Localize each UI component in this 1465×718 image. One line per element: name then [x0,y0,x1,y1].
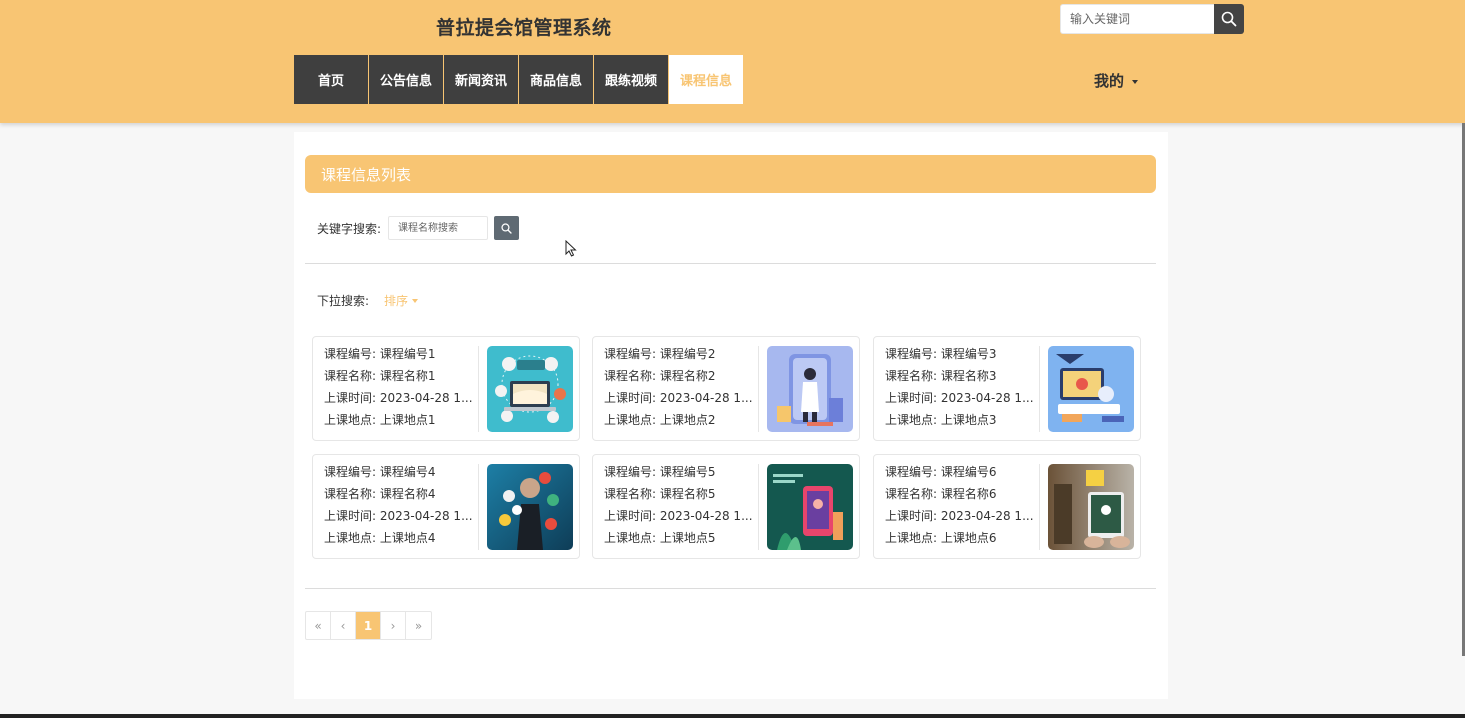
card-divider [478,464,479,550]
course-place: 上课地点: 上课地点6 [885,527,1035,549]
card-divider [758,464,759,550]
course-place: 上课地点: 上课地点5 [604,527,754,549]
divider [305,263,1156,264]
card-divider [478,346,479,432]
bottom-bar [0,714,1465,718]
caret-down-icon [412,299,418,303]
main-nav: 首页 公告信息 新闻资讯 商品信息 跟练视频 课程信息 [294,55,744,104]
nav-item-videos[interactable]: 跟练视频 [594,55,668,104]
pager-prev[interactable]: ‹ [331,612,356,639]
site-title: 普拉提会馆管理系统 [436,13,612,40]
course-image[interactable] [1048,346,1134,432]
course-name: 课程名称: 课程名称6 [885,483,1035,505]
main-content: 课程信息列表 关键字搜索: 下拉搜索: 排序 课程编号: 课程编号1 课程名称:… [294,132,1168,699]
nav-item-products[interactable]: 商品信息 [519,55,593,104]
course-info: 课程编号: 课程编号4 课程名称: 课程名称4 上课时间: 2023-04-28… [324,461,474,549]
course-number: 课程编号: 课程编号3 [885,343,1035,365]
course-name: 课程名称: 课程名称1 [324,365,474,387]
course-info: 课程编号: 课程编号5 课程名称: 课程名称5 上课时间: 2023-04-28… [604,461,754,549]
dropdown-search: 下拉搜索: 排序 [317,292,418,309]
course-info: 课程编号: 课程编号3 课程名称: 课程名称3 上课时间: 2023-04-28… [885,343,1035,431]
course-image[interactable] [767,464,853,550]
list-title: 课程信息列表 [305,155,1156,193]
course-place: 上课地点: 上课地点3 [885,409,1035,431]
keyword-search: 关键字搜索: [317,216,519,240]
course-card[interactable]: 课程编号: 课程编号4 课程名称: 课程名称4 上课时间: 2023-04-28… [312,454,580,559]
course-card[interactable]: 课程编号: 课程编号5 课程名称: 课程名称5 上课时间: 2023-04-28… [592,454,860,559]
header: 普拉提会馆管理系统 首页 公告信息 新闻资讯 商品信息 跟练视频 课程信息 我的 [0,0,1465,123]
card-divider [758,346,759,432]
nav-item-home[interactable]: 首页 [294,55,368,104]
course-place: 上课地点: 上课地点2 [604,409,754,431]
nav-item-courses[interactable]: 课程信息 [669,55,743,104]
course-image[interactable] [1048,464,1134,550]
course-number: 课程编号: 课程编号1 [324,343,474,365]
keyword-search-label: 关键字搜索: [317,220,381,237]
card-divider [1039,346,1040,432]
dropdown-search-label: 下拉搜索: [317,292,369,309]
divider [305,588,1156,589]
pager-next[interactable]: › [381,612,406,639]
course-image[interactable] [767,346,853,432]
course-number: 课程编号: 课程编号2 [604,343,754,365]
course-name: 课程名称: 课程名称5 [604,483,754,505]
course-image[interactable] [487,464,573,550]
sort-dropdown-label: 排序 [384,292,408,309]
course-place: 上课地点: 上课地点1 [324,409,474,431]
pager-current[interactable]: 1 [356,612,381,639]
top-search-input[interactable] [1060,4,1214,34]
top-search-button[interactable] [1214,4,1244,34]
course-time: 上课时间: 2023-04-28 1... [885,505,1035,527]
course-time: 上课时间: 2023-04-28 1... [324,505,474,527]
keyword-search-button[interactable] [494,216,519,240]
card-divider [1039,464,1040,550]
course-name: 课程名称: 课程名称2 [604,365,754,387]
pagination: « ‹ 1 › » [305,611,432,640]
course-info: 课程编号: 课程编号2 课程名称: 课程名称2 上课时间: 2023-04-28… [604,343,754,431]
pager-first[interactable]: « [306,612,331,639]
course-time: 上课时间: 2023-04-28 1... [604,387,754,409]
nav-item-notices[interactable]: 公告信息 [369,55,443,104]
course-number: 课程编号: 课程编号6 [885,461,1035,483]
pager-last[interactable]: » [406,612,431,639]
course-info: 课程编号: 课程编号1 课程名称: 课程名称1 上课时间: 2023-04-28… [324,343,474,431]
search-icon [501,223,512,234]
course-place: 上课地点: 上课地点4 [324,527,474,549]
mouse-cursor-icon [565,240,577,257]
sort-dropdown[interactable]: 排序 [384,292,418,309]
course-card[interactable]: 课程编号: 课程编号3 课程名称: 课程名称3 上课时间: 2023-04-28… [873,336,1141,441]
course-card[interactable]: 课程编号: 课程编号6 课程名称: 课程名称6 上课时间: 2023-04-28… [873,454,1141,559]
user-menu[interactable]: 我的 [1094,70,1138,91]
course-number: 课程编号: 课程编号5 [604,461,754,483]
course-time: 上课时间: 2023-04-28 1... [885,387,1035,409]
course-image[interactable] [487,346,573,432]
search-icon [1221,11,1237,27]
course-name: 课程名称: 课程名称3 [885,365,1035,387]
course-time: 上课时间: 2023-04-28 1... [604,505,754,527]
course-name: 课程名称: 课程名称4 [324,483,474,505]
top-search [1060,4,1244,34]
course-number: 课程编号: 课程编号4 [324,461,474,483]
user-menu-label: 我的 [1094,70,1124,91]
keyword-search-input[interactable] [388,216,488,240]
nav-item-news[interactable]: 新闻资讯 [444,55,518,104]
course-info: 课程编号: 课程编号6 课程名称: 课程名称6 上课时间: 2023-04-28… [885,461,1035,549]
course-card[interactable]: 课程编号: 课程编号1 课程名称: 课程名称1 上课时间: 2023-04-28… [312,336,580,441]
course-time: 上课时间: 2023-04-28 1... [324,387,474,409]
course-card[interactable]: 课程编号: 课程编号2 课程名称: 课程名称2 上课时间: 2023-04-28… [592,336,860,441]
caret-down-icon [1132,80,1138,84]
